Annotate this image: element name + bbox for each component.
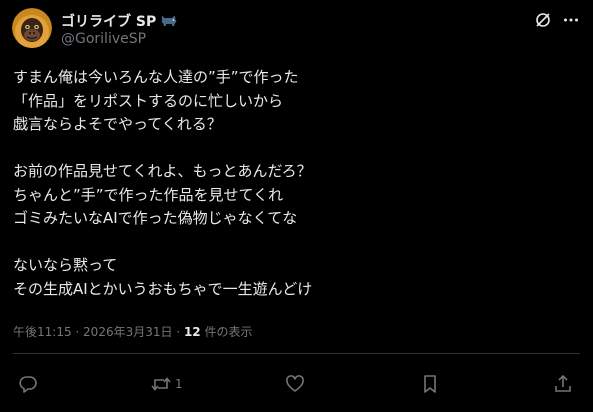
meta-separator: ·	[71, 325, 84, 339]
more-options-icon[interactable]	[561, 10, 581, 30]
tweet-date[interactable]: 2026年3月31日	[83, 325, 172, 339]
retweet-icon	[151, 377, 171, 391]
bookmark-icon	[424, 375, 436, 393]
tweet-line: すまん俺は今いろんな人達の”手”で作った	[13, 68, 299, 86]
tweet-meta: 午後11:15 · 2026年3月31日 · 12 件の表示	[13, 323, 252, 340]
tweet-line: ゴミみたいなAIで作った偽物じゃなくてな	[13, 209, 298, 227]
author-display-name[interactable]: ゴリライブ SP	[61, 11, 156, 31]
tweet-text: すまん俺は今いろんな人達の”手”で作った 「作品」をリポストするのに忙しいから …	[13, 66, 583, 301]
retweet-count: 1	[175, 377, 183, 391]
tweet-line: 戯言ならよそでやってくれる？	[13, 115, 222, 133]
views-count: 12	[183, 325, 201, 339]
like-button[interactable]	[285, 372, 305, 396]
divider	[13, 353, 580, 354]
reply-button[interactable]	[18, 372, 38, 396]
tweet-line: 「作品」をリポストするのに忙しいから	[13, 91, 284, 110]
bull-icon	[160, 14, 178, 28]
gorilla-avatar-icon	[12, 8, 52, 48]
author-name-row[interactable]: ゴリライブ SP	[61, 11, 178, 31]
share-button[interactable]	[553, 372, 573, 396]
bookmark-button[interactable]	[421, 372, 439, 396]
tweet-time[interactable]: 午後11:15	[13, 325, 72, 339]
reply-icon	[19, 376, 37, 393]
meta-separator: ·	[172, 325, 184, 339]
tweet-line: お前の作品見せてくれよ、もっとあんだろ？	[13, 162, 312, 180]
tweet-line: ちゃんと”手”で作った作品を見せてくれ	[13, 185, 284, 204]
avatar[interactable]	[12, 8, 52, 48]
tweet-line: ないなら黙って	[13, 256, 118, 274]
retweet-button[interactable]: 1	[150, 372, 183, 396]
tweet-line: その生成AIとかいうおもちゃで一生遊んどけ	[13, 279, 313, 298]
heart-icon	[286, 375, 304, 392]
share-icon	[555, 374, 571, 392]
views-label: 件の表示	[200, 325, 253, 339]
author-handle[interactable]: @GoriliveSP	[61, 31, 146, 47]
action-bar: 1	[0, 372, 593, 396]
grok-icon[interactable]	[533, 10, 553, 30]
